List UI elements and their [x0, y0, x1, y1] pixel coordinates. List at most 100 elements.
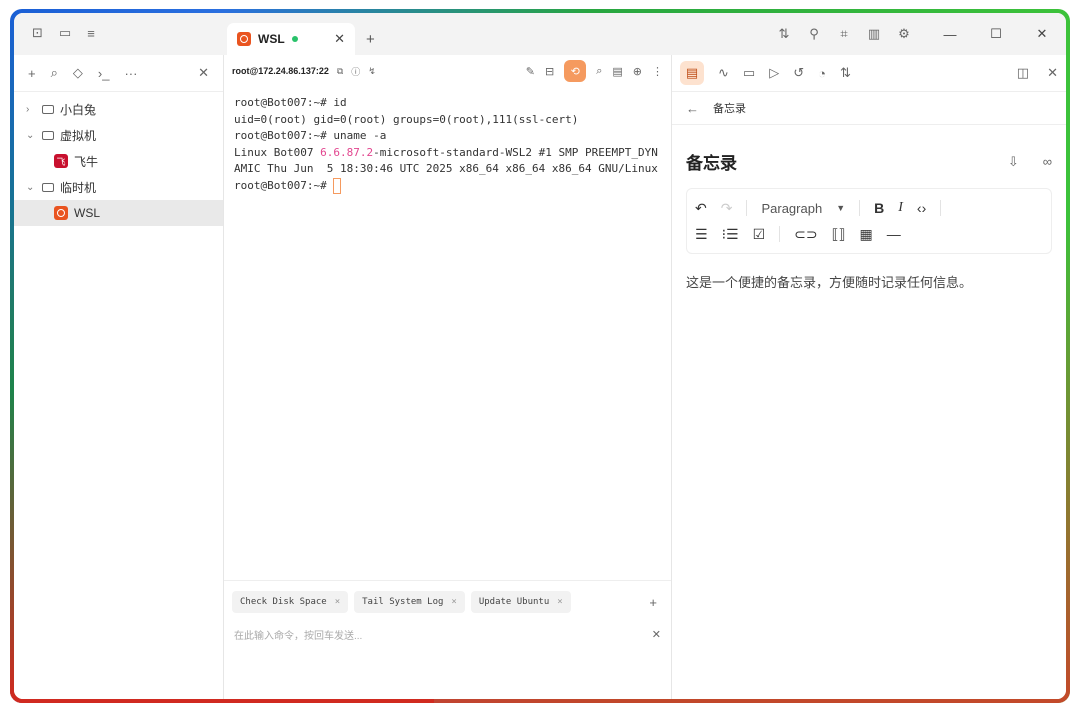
sidebar-item-xiaobaitu[interactable]: › 小白兔: [14, 96, 223, 122]
notes-icon[interactable]: ▤: [680, 61, 704, 85]
file-icon[interactable]: ▤: [612, 65, 622, 78]
title-bar: ⊡ ▭ ≡ WSL ✕ + ⇅ ⚲ ⌗ ▥ ⚙ — ☐ ✕: [14, 13, 1066, 55]
sidebar-item-label: 临时机: [60, 180, 97, 195]
more-icon[interactable]: ···: [124, 66, 137, 81]
quick-command-chip[interactable]: Update Ubuntu ×: [470, 591, 571, 613]
search-icon[interactable]: ⌕: [596, 65, 602, 78]
split-icon[interactable]: ⊕: [633, 65, 642, 78]
link-icon[interactable]: ⊂⊃: [794, 226, 817, 243]
add-icon[interactable]: +: [28, 66, 36, 81]
code-icon[interactable]: ‹›: [917, 200, 926, 216]
ai-assist-icon[interactable]: ⟲: [564, 60, 587, 82]
export-icon[interactable]: ⇩: [1008, 154, 1019, 170]
bold-icon[interactable]: B: [874, 200, 884, 216]
add-quick-command-icon[interactable]: +: [649, 595, 663, 610]
brush-icon[interactable]: ✎: [526, 65, 535, 78]
chevron-down-icon: ⌄: [26, 181, 35, 193]
terminal-line: root@Bot007:~# uname -a: [234, 129, 387, 142]
numbered-list-icon[interactable]: ⁝☰: [722, 226, 739, 243]
sidebar-toolbar: + ⌕ ◇ ›_ ··· ✕: [14, 55, 223, 92]
preview-icon[interactable]: ∞: [1043, 154, 1052, 170]
folder-open-icon: [42, 130, 54, 140]
sidebar-item-feiniu[interactable]: 飞 飞牛: [14, 148, 223, 174]
italic-icon[interactable]: I: [898, 200, 903, 216]
plugin-icon[interactable]: ⚲: [806, 26, 822, 42]
close-panel-icon[interactable]: ✕: [1047, 65, 1058, 81]
maximize-icon[interactable]: ☐: [988, 26, 1004, 42]
close-sidebar-icon[interactable]: ✕: [198, 65, 209, 81]
terminal-header: root@172.24.86.137:22 ⧉ ⓘ ↯ ✎ ⊟ ⟲ ⌕ ▤ ⊕ …: [224, 55, 671, 87]
connected-status-dot: [291, 36, 298, 42]
remove-chip-icon[interactable]: ×: [335, 597, 340, 607]
redo-icon[interactable]: ↷: [721, 200, 733, 217]
tab-wsl[interactable]: WSL ✕: [227, 23, 355, 55]
sidebar-item-wsl[interactable]: WSL: [14, 200, 223, 226]
info-icon[interactable]: ⓘ: [351, 65, 360, 78]
minimize-icon[interactable]: —: [942, 27, 958, 42]
quick-command-chip[interactable]: Check Disk Space ×: [232, 591, 349, 613]
panel-toolbar: ▤ ∿ ▭ ▷ ↺ ◔ ⇅ ◫ ✕: [672, 55, 1066, 92]
activity-icon[interactable]: ∿: [718, 65, 729, 81]
window-frame: ⊡ ▭ ≡ WSL ✕ + ⇅ ⚲ ⌗ ▥ ⚙ — ☐ ✕ + ⌕ ◇ ›_ ·: [10, 9, 1070, 703]
tab-close-icon[interactable]: ✕: [334, 31, 345, 47]
more-vertical-icon[interactable]: ⋮: [652, 65, 663, 78]
command-input[interactable]: 在此输入命令，按回车发送... ✕: [224, 613, 671, 656]
back-arrow-icon[interactable]: ←: [686, 101, 699, 116]
reconnect-icon[interactable]: ↯: [368, 66, 376, 77]
chat-icon[interactable]: ▭: [743, 65, 755, 81]
tag-filter-icon[interactable]: ◇: [73, 65, 83, 81]
settings-icon[interactable]: ⚙: [896, 26, 912, 42]
note-title: 备忘录: [686, 154, 737, 173]
new-folder-icon[interactable]: ⊡: [32, 25, 43, 41]
sidebar-item-label: WSL: [74, 206, 101, 220]
terminal-icon[interactable]: ›_: [98, 66, 110, 81]
block-type-select[interactable]: Paragraph ▼: [761, 201, 845, 216]
terminal-pane: root@172.24.86.137:22 ⧉ ⓘ ↯ ✎ ⊟ ⟲ ⌕ ▤ ⊕ …: [224, 55, 672, 699]
play-icon[interactable]: ▷: [769, 65, 779, 81]
history-icon[interactable]: ↺: [793, 65, 804, 81]
sidebar-toggle-icon[interactable]: ◫: [1017, 65, 1029, 81]
sidebar-item-label: 飞牛: [74, 154, 99, 169]
undo-icon[interactable]: ↶: [695, 200, 707, 217]
editor-toolbar: ↶ ↷ Paragraph ▼ B I ‹› ☰ ⁝☰ ☑ ⊂⊃ ⟦⟧ ▦ —: [686, 188, 1052, 254]
sidebar-item-temp[interactable]: ⌄ 临时机: [14, 174, 223, 200]
app-window: ⊡ ▭ ≡ WSL ✕ + ⇅ ⚲ ⌗ ▥ ⚙ — ☐ ✕ + ⌕ ◇ ›_ ·: [14, 13, 1066, 699]
search-icon[interactable]: ⌕: [51, 65, 58, 81]
terminal-cursor: [333, 177, 342, 194]
horizontal-rule-icon[interactable]: —: [887, 226, 901, 242]
kernel-version: 6.6.87.2: [320, 145, 374, 159]
notes-panel: ▤ ∿ ▭ ▷ ↺ ◔ ⇅ ◫ ✕ ← 备忘录 备忘录 ⇩ ∞ ↶ ↷ Para…: [672, 55, 1066, 699]
sidebar-item-vm[interactable]: ⌄ 虚拟机: [14, 122, 223, 148]
remove-chip-icon[interactable]: ×: [451, 597, 456, 607]
ubuntu-icon: [237, 32, 251, 46]
feiniu-icon: 飞: [54, 154, 68, 168]
terminal-output[interactable]: root@Bot007:~# id uid=0(root) gid=0(root)…: [224, 87, 671, 202]
menu-icon[interactable]: ≡: [87, 25, 95, 41]
bullet-list-icon[interactable]: ☰: [695, 226, 708, 243]
table-icon[interactable]: ▦: [859, 226, 872, 243]
add-tab-icon[interactable]: +: [366, 31, 375, 48]
close-window-icon[interactable]: ✕: [1034, 26, 1050, 42]
terminal-line: Linux Bot007 6.6.87.2-microsoft-standard…: [234, 145, 658, 176]
breadcrumb-label: 备忘录: [713, 103, 746, 115]
note-content[interactable]: 这是一个便捷的备忘录，方便随时记录任何信息。: [672, 254, 1066, 309]
code-block-icon[interactable]: ⟦⟧: [832, 226, 846, 243]
caret-down-icon: ▼: [836, 203, 846, 213]
quick-command-chip[interactable]: Tail System Log ×: [354, 591, 465, 613]
sort-icon[interactable]: ⇅: [840, 65, 851, 81]
chevron-right-icon: ›: [26, 103, 30, 115]
folder-icon[interactable]: ▭: [59, 25, 71, 41]
transfer-icon[interactable]: ⇅: [776, 26, 792, 42]
checklist-icon[interactable]: ☑: [753, 226, 766, 243]
sidebar-item-label: 小白兔: [60, 102, 97, 117]
tag-icon[interactable]: ⌗: [836, 26, 852, 42]
close-input-icon[interactable]: ✕: [652, 628, 661, 641]
connection-host: root@172.24.86.137:22: [232, 66, 329, 76]
folder-icon: [42, 104, 54, 114]
sftp-icon[interactable]: ⊟: [545, 65, 554, 78]
layout-icon[interactable]: ▥: [866, 26, 882, 42]
palette-icon[interactable]: ◔: [818, 66, 826, 81]
sidebar-item-label: 虚拟机: [60, 128, 97, 143]
remove-chip-icon[interactable]: ×: [557, 597, 562, 607]
copy-icon[interactable]: ⧉: [337, 66, 343, 77]
